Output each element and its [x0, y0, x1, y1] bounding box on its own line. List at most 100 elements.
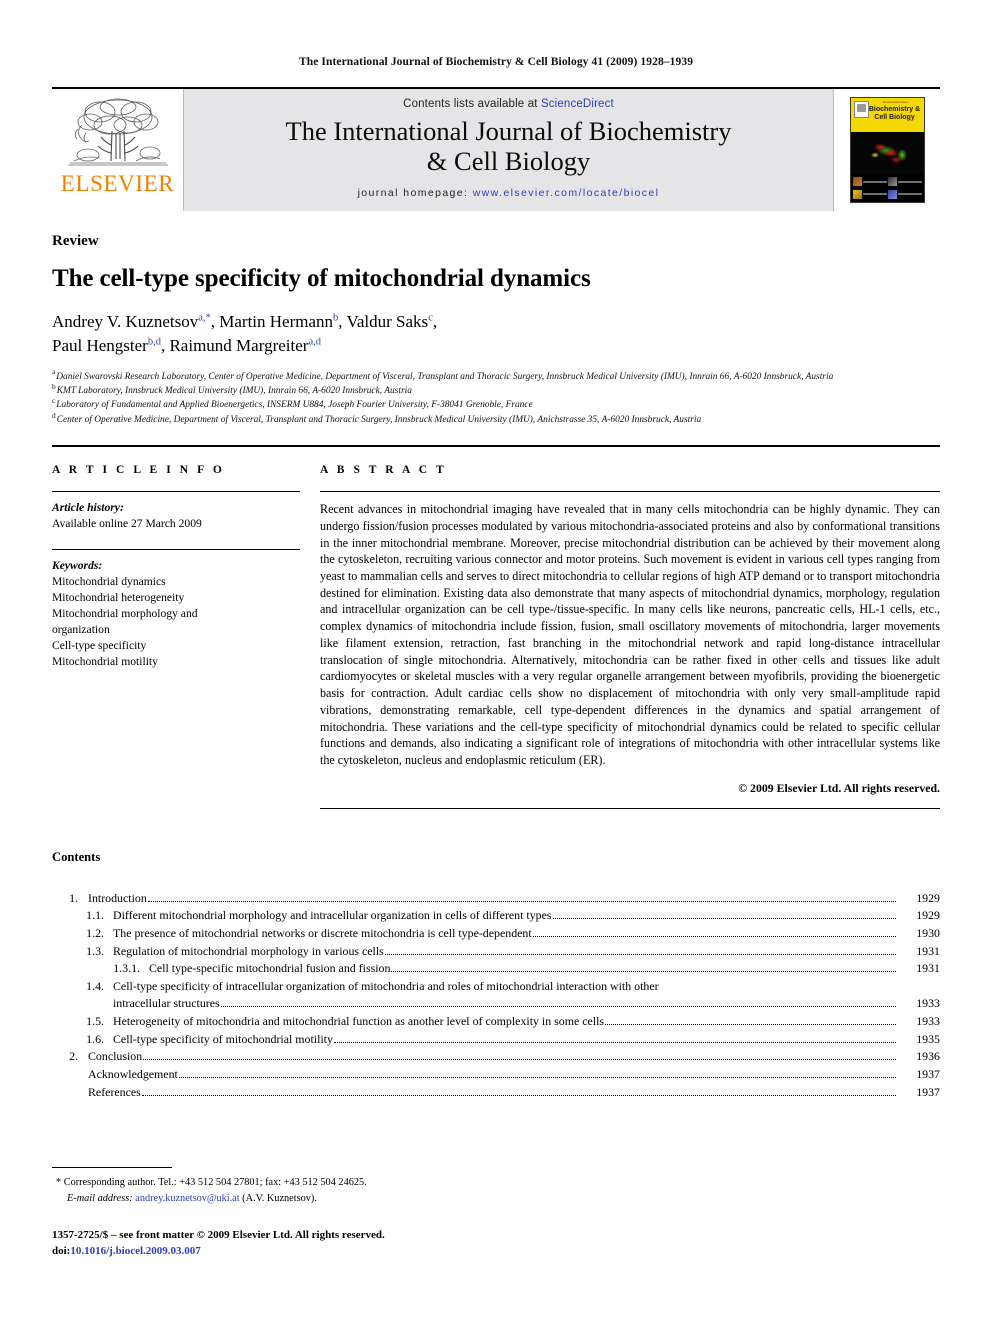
journal-homepage-label: journal homepage: [357, 187, 473, 200]
keywords-block: Keywords: Mitochondrial dynamics Mitocho… [52, 550, 300, 670]
article-history-value: Available online 27 March 2009 [52, 517, 202, 531]
affiliation-list: aDaniel Swarovski Research Laboratory, C… [52, 367, 940, 428]
toc-leader-dots [178, 1076, 896, 1078]
cover-thumb-2-caption [897, 180, 922, 183]
issn-copyright-block: 1357-2725/$ – see front matter © 2009 El… [52, 1228, 940, 1260]
keyword-item: Cell-type specificity [52, 638, 147, 652]
toc-entry-acknowledgement[interactable]: Acknowledgement 1937 [52, 1066, 940, 1084]
author-line-2: Paul Hengsterb,d, Raimund Margreitera,d [52, 334, 940, 358]
keyword-item: Mitochondrial motility [52, 654, 158, 668]
toc-entry-body: Cell-type specificity of mitochondrial m… [113, 1031, 898, 1049]
author-line1-terminator: , [432, 312, 438, 332]
author-kuznetsov: Andrey V. Kuznetsov [52, 312, 199, 332]
paper-page: The International Journal of Biochemistr… [0, 0, 992, 1323]
header-divider [52, 445, 940, 448]
toc-entry-page: 1930 [916, 926, 940, 941]
toc-entry-1-5[interactable]: 1.5. Heterogeneity of mitochondria and m… [52, 1013, 940, 1031]
toc-entry-2[interactable]: 2. Conclusion 1936 [52, 1048, 940, 1066]
abstract-bottom-divider [320, 807, 940, 809]
cover-thumb-2 [887, 176, 922, 188]
toc-entry-1-1[interactable]: 1.1. Different mitochondrial morphology … [52, 907, 940, 925]
cover-journal-title-line1: Biochemistry & [868, 106, 921, 113]
abstract-heading: A B S T R A C T [320, 464, 447, 477]
journal-homepage-link[interactable]: www.elsevier.com/locate/biocel [473, 187, 660, 199]
keyword-item: Mitochondrial dynamics [52, 575, 166, 589]
cover-thumb-4 [887, 189, 922, 201]
elsevier-tree-icon [67, 98, 168, 166]
cover-thumb-3-icon [852, 189, 862, 199]
toc-entry-page: 1936 [916, 1049, 940, 1064]
cover-thumb-3 [852, 189, 887, 201]
toc-entry-body: References [88, 1084, 898, 1102]
toc-entry-1-4-line1: 1.4. Cell-type specificity of intracellu… [52, 978, 940, 996]
toc-leader-dots [391, 971, 896, 973]
table-of-contents: 1. Introduction 1929 1.1. Different mito… [52, 890, 940, 1101]
toc-entry-body: Conclusion [88, 1048, 898, 1066]
toc-leader-dots [220, 1006, 896, 1008]
affiliation-a: aDaniel Swarovski Research Laboratory, C… [52, 367, 940, 384]
author-line-1: Andrey V. Kuznetsova,*, Martin Hermannb,… [52, 310, 940, 334]
page-content: The International Journal of Biochemistr… [52, 0, 940, 1260]
toc-entry-label: Acknowledgement [88, 1066, 178, 1081]
author-margreiter: , Raimund Margreiter [160, 336, 309, 356]
affiliation-d-mark: d [52, 410, 56, 420]
page-title: The cell-type specificity of mitochondri… [52, 265, 591, 292]
cover-thumb-2-icon [887, 177, 897, 187]
toc-entry-page: 1933 [916, 996, 940, 1011]
cover-journal-title: Biochemistry & Cell Biology [867, 106, 923, 123]
toc-entry-1-2[interactable]: 1.2. The presence of mitochondrial netwo… [52, 925, 940, 943]
affiliation-b: bKMT Laboratory, Innsbruck Medical Unive… [52, 383, 940, 398]
toc-leader-dots [141, 1094, 896, 1096]
toc-entry-number: 1.3. [86, 943, 104, 958]
affiliation-a-mark: a [52, 367, 56, 377]
cover-thumbnail-strip [852, 176, 922, 201]
article-type: Review [52, 233, 99, 249]
cover-journal-title-line2: Cell Biology [874, 114, 915, 122]
email-link[interactable]: andrey.kuznetsov@uki.at [135, 1193, 239, 1204]
article-history-block: Article history: Available online 27 Mar… [52, 492, 300, 532]
toc-entry-label: Heterogeneity of mitochondria and mitoch… [113, 1014, 605, 1029]
journal-title: The International Journal of Biochemistr… [286, 116, 732, 176]
author-kuznetsov-affil-marks: a,* [198, 312, 211, 324]
toc-entry-page: 1931 [916, 961, 940, 976]
doi-label: doi: [52, 1244, 71, 1257]
author-list: Andrey V. Kuznetsova,*, Martin Hermann b,… [52, 310, 940, 358]
toc-entry-1[interactable]: 1. Introduction 1929 [52, 890, 940, 908]
toc-entry-references[interactable]: References 1937 [52, 1084, 940, 1102]
journal-cover-thumbnail: The International Journal of Biochemistr… [834, 89, 940, 211]
toc-entry-label-cont: intracellular structures [113, 996, 220, 1011]
doi-link[interactable]: 10.1016/j.biocel.2009.03.007 [70, 1245, 200, 1257]
affiliation-b-text: KMT Laboratory, Innsbruck Medical Univer… [56, 385, 412, 396]
toc-entry-1-4-line2: intracellular structures 1933 [52, 995, 940, 1013]
toc-entry-page: 1931 [916, 943, 940, 958]
toc-entry-1-3[interactable]: 1.3. Regulation of mitochondrial morphol… [52, 943, 940, 961]
masthead-center: Contents lists available at ScienceDirec… [183, 89, 834, 211]
cover-thumb-4-icon [887, 189, 897, 199]
toc-entry-page: 1933 [916, 1014, 940, 1029]
toc-entry-number: 1.2. [86, 926, 104, 941]
sciencedirect-link[interactable]: ScienceDirect [541, 98, 614, 110]
toc-entry-1-3-1[interactable]: 1.3.1. Cell type-specific mitochondrial … [52, 960, 940, 978]
journal-masthead: ELSEVIER Contents lists available at Sci… [52, 87, 940, 211]
cover-thumb-3-caption [862, 193, 887, 196]
toc-entry-label: Regulation of mitochondrial morphology i… [113, 943, 384, 958]
footnote-divider [52, 1167, 172, 1169]
article-info-column: A R T I C L E I N F O Article history: A… [52, 464, 320, 809]
toc-entry-body: Acknowledgement [88, 1066, 898, 1084]
toc-entry-1-6[interactable]: 1.6. Cell-type specificity of mitochondr… [52, 1031, 940, 1049]
toc-entry-number: 1.1. [86, 908, 104, 923]
toc-entry-number: 1.5. [86, 1014, 104, 1029]
toc-entry-body: Heterogeneity of mitochondria and mitoch… [113, 1013, 898, 1031]
abstract-column: A B S T R A C T Recent advances in mitoc… [320, 464, 940, 809]
toc-entry-number: 1.6. [86, 1031, 104, 1046]
issn-line: 1357-2725/$ – see front matter © 2009 El… [52, 1229, 385, 1241]
affiliation-c: cLaboratory of Fundamental and Applied B… [52, 397, 940, 412]
cover-thumb-4-caption [897, 193, 922, 196]
cover-thumb-1-icon [852, 177, 862, 187]
toc-entry-1-4[interactable]: 1.4. Cell-type specificity of intracellu… [52, 978, 940, 1013]
contents-available-line: Contents lists available at ScienceDirec… [403, 98, 614, 110]
toc-entry-label: Different mitochondrial morphology and i… [113, 908, 552, 923]
author-saks: , Valdur Saks [338, 312, 429, 332]
cover-thumb-1 [852, 176, 887, 188]
toc-entry-body: Regulation of mitochondrial morphology i… [113, 943, 898, 961]
